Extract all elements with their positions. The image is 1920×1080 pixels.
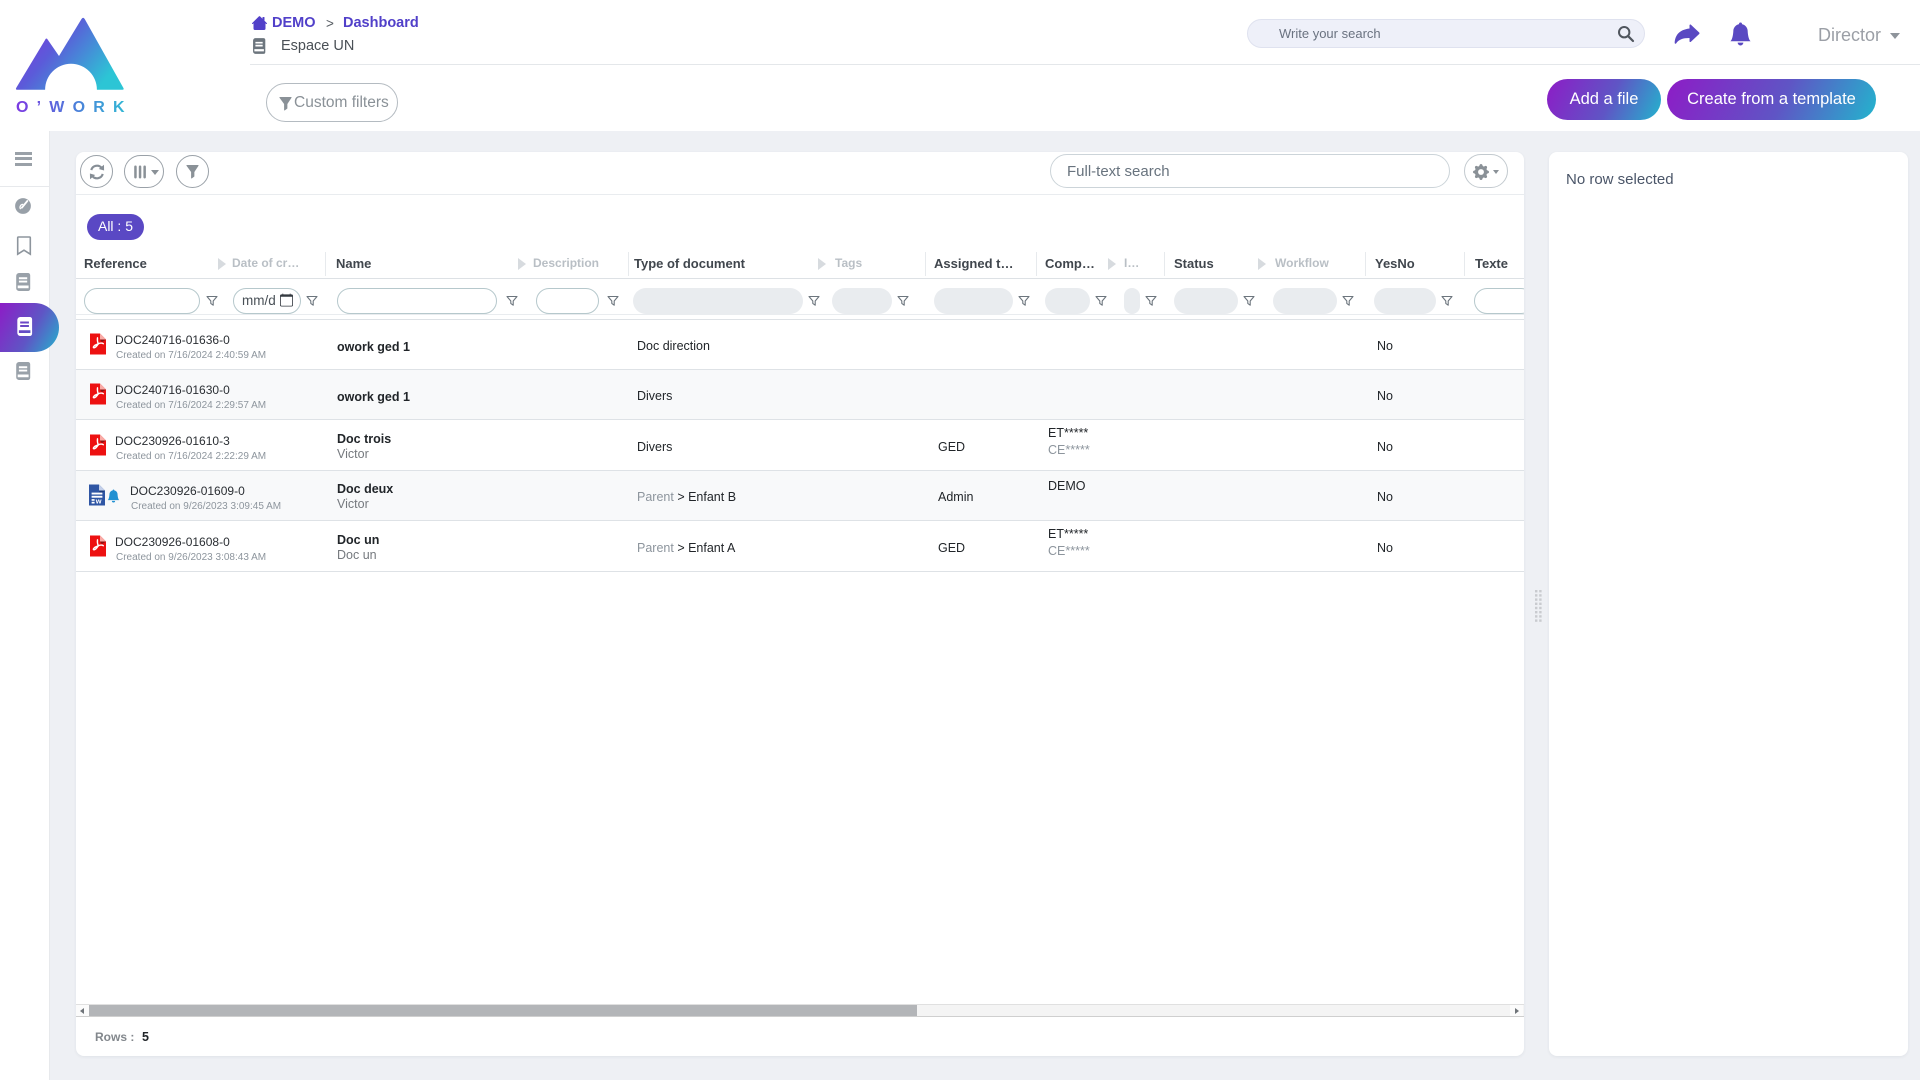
svg-text:O’WORK: O’WORK [16,99,126,116]
svg-text:w: w [95,497,102,506]
